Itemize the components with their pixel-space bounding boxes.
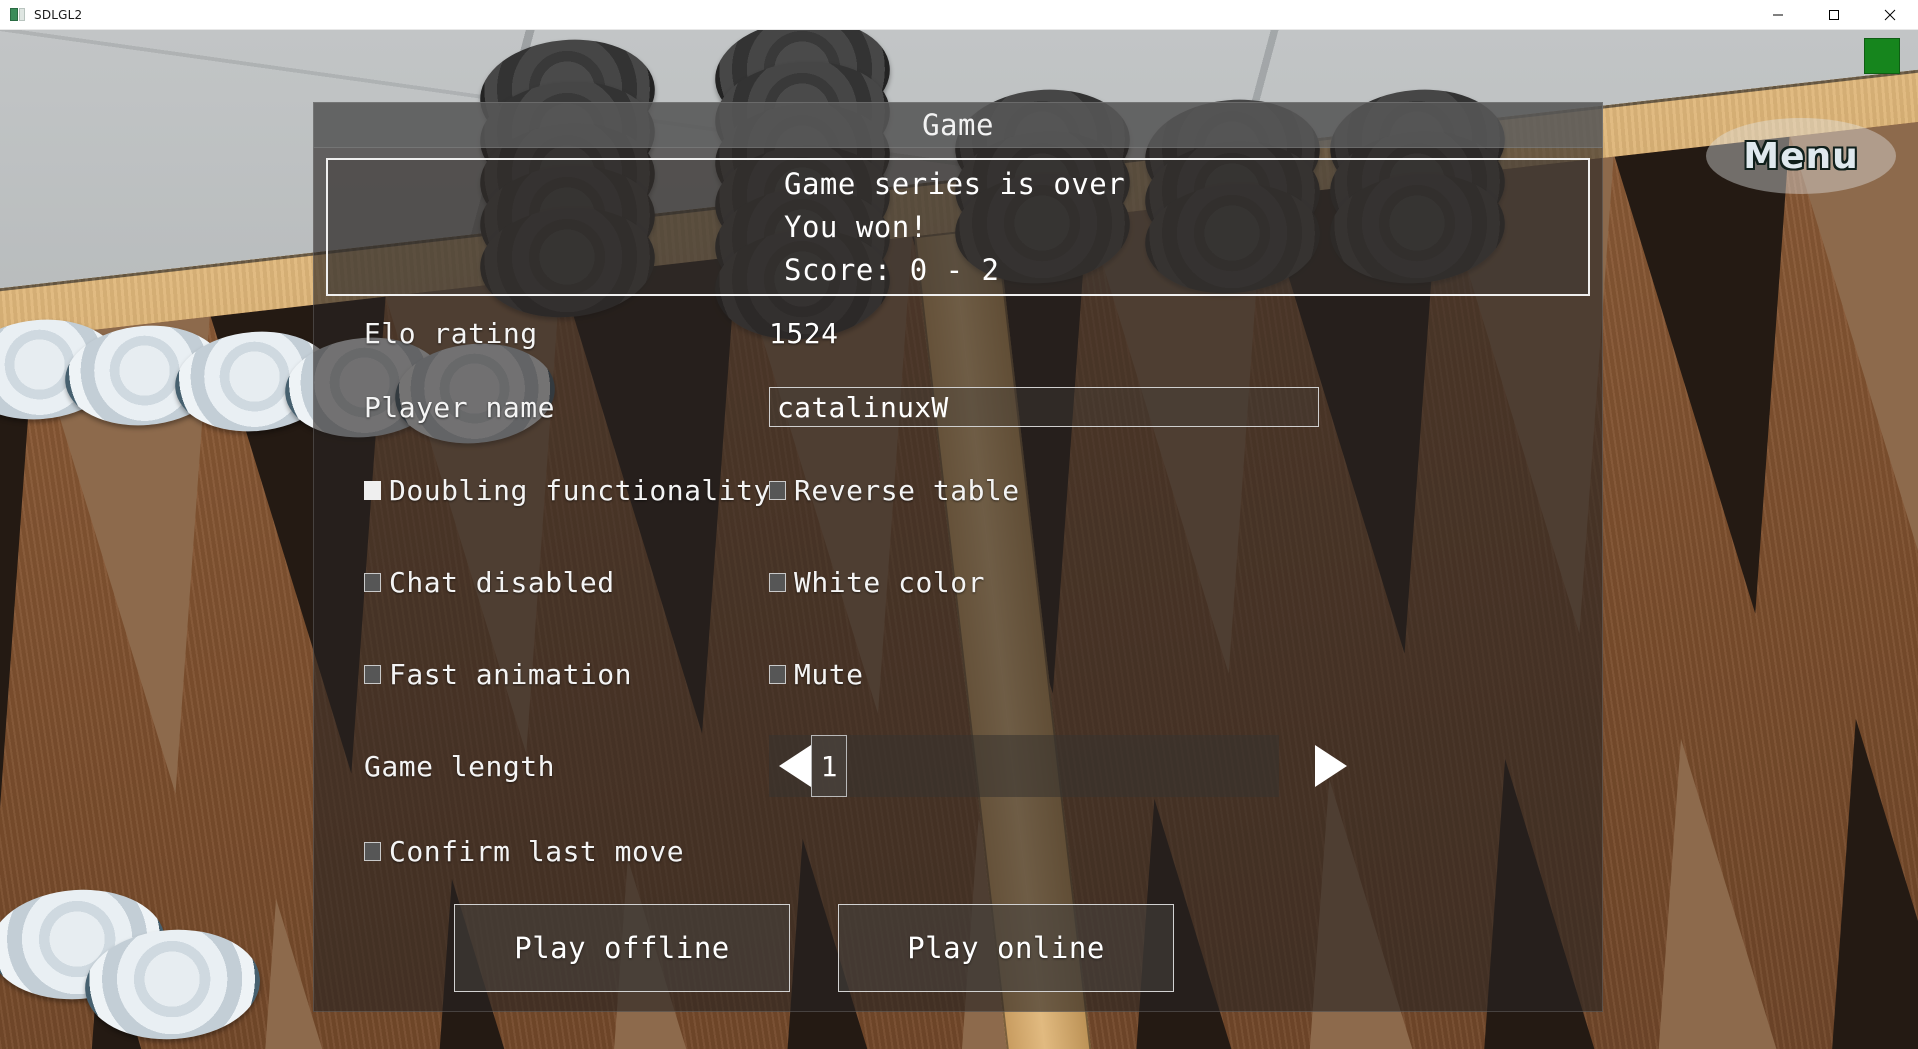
game-length-row: Game length 1 — [364, 720, 1552, 812]
checkbox-label: Confirm last move — [389, 834, 685, 868]
checkbox-box-icon — [364, 572, 381, 592]
checkbox-box-checked-icon — [364, 480, 381, 500]
checkbox-mute[interactable]: Mute — [769, 658, 1552, 691]
elo-rating-row: Elo rating 1524 — [364, 296, 1552, 370]
checkbox-row-4: Confirm last move — [364, 812, 1552, 890]
checkbox-chat-disabled[interactable]: Chat disabled — [364, 566, 769, 599]
right-arrow-icon[interactable] — [1315, 745, 1347, 787]
checkbox-row-2: Chat disabled White color — [364, 536, 1552, 628]
game-dialog: Game Game series is over You won! Score:… — [313, 102, 1603, 1012]
message-line-2: You won! — [784, 209, 928, 244]
minimize-icon[interactable] — [1750, 0, 1806, 30]
player-name-row: Player name catalinuxW — [364, 370, 1552, 444]
menu-button-label: Menu — [1743, 135, 1859, 177]
status-message-box: Game series is over You won! Score: 0 - … — [326, 158, 1590, 296]
window-title: SDLGL2 — [34, 7, 83, 22]
player-name-input[interactable]: catalinuxW — [769, 387, 1319, 427]
maximize-icon[interactable] — [1806, 0, 1862, 30]
checkbox-fast-animation[interactable]: Fast animation — [364, 658, 769, 691]
play-offline-button[interactable]: Play offline — [454, 904, 790, 992]
left-arrow-icon[interactable] — [779, 745, 811, 787]
checkbox-label: Doubling functionality — [389, 473, 771, 507]
app-window: SDLGL2 Menu Game Game series is over You… — [0, 0, 1918, 1049]
elo-rating-label: Elo rating — [364, 316, 538, 350]
play-offline-label: Play offline — [514, 931, 730, 965]
game-length-control-wrap: 1 — [769, 735, 1552, 797]
checkbox-box-icon — [769, 664, 786, 684]
play-online-label: Play online — [907, 931, 1105, 965]
game-length-handle[interactable]: 1 — [811, 735, 847, 797]
checkbox-white-color[interactable]: White color — [769, 566, 1552, 599]
menu-button[interactable]: Menu — [1706, 118, 1896, 194]
game-length-label: Game length — [364, 749, 555, 783]
window-titlebar: SDLGL2 — [0, 0, 1918, 30]
checkbox-box-icon — [364, 664, 381, 684]
elo-rating-value: 1524 — [769, 316, 839, 350]
checkbox-label: Reverse table — [794, 473, 1020, 507]
close-icon[interactable] — [1862, 0, 1918, 30]
checkbox-label: Fast animation — [389, 657, 633, 691]
play-online-button[interactable]: Play online — [838, 904, 1174, 992]
checkbox-confirm-last-move[interactable]: Confirm last move — [364, 835, 769, 868]
game-canvas[interactable]: Menu Game Game series is over You won! S… — [0, 30, 1918, 1049]
checkbox-box-icon — [364, 841, 381, 861]
dialog-title: Game — [922, 108, 994, 142]
settings-rows: Elo rating 1524 Player name catalinuxW D… — [326, 296, 1590, 992]
checkbox-row-1: Doubling functionality Reverse table — [364, 444, 1552, 536]
checkbox-box-icon — [769, 572, 786, 592]
checkbox-label: Mute — [794, 657, 864, 691]
dialog-titlebar: Game — [313, 102, 1603, 148]
checkbox-box-icon — [769, 480, 786, 500]
checkbox-label: Chat disabled — [389, 565, 615, 599]
message-line-1: Game series is over — [784, 166, 1126, 201]
game-length-stepper[interactable]: 1 — [769, 735, 1347, 797]
checkbox-doubling-functionality[interactable]: Doubling functionality — [364, 473, 771, 507]
status-square — [1864, 38, 1900, 74]
app-icon — [10, 7, 26, 23]
checkbox-label: White color — [794, 565, 985, 599]
dialog-body: Game series is over You won! Score: 0 - … — [313, 148, 1603, 1012]
player-name-label: Player name — [364, 390, 555, 424]
game-length-value: 1 — [820, 749, 838, 783]
dialog-actions: Play offline Play online — [364, 890, 1552, 992]
checkbox-reverse-table[interactable]: Reverse table — [769, 474, 1552, 507]
checkbox-row-3: Fast animation Mute — [364, 628, 1552, 720]
player-name-value: catalinuxW — [777, 390, 949, 424]
player-name-field-wrap: catalinuxW — [769, 387, 1552, 427]
message-line-3: Score: 0 - 2 — [784, 252, 1000, 287]
